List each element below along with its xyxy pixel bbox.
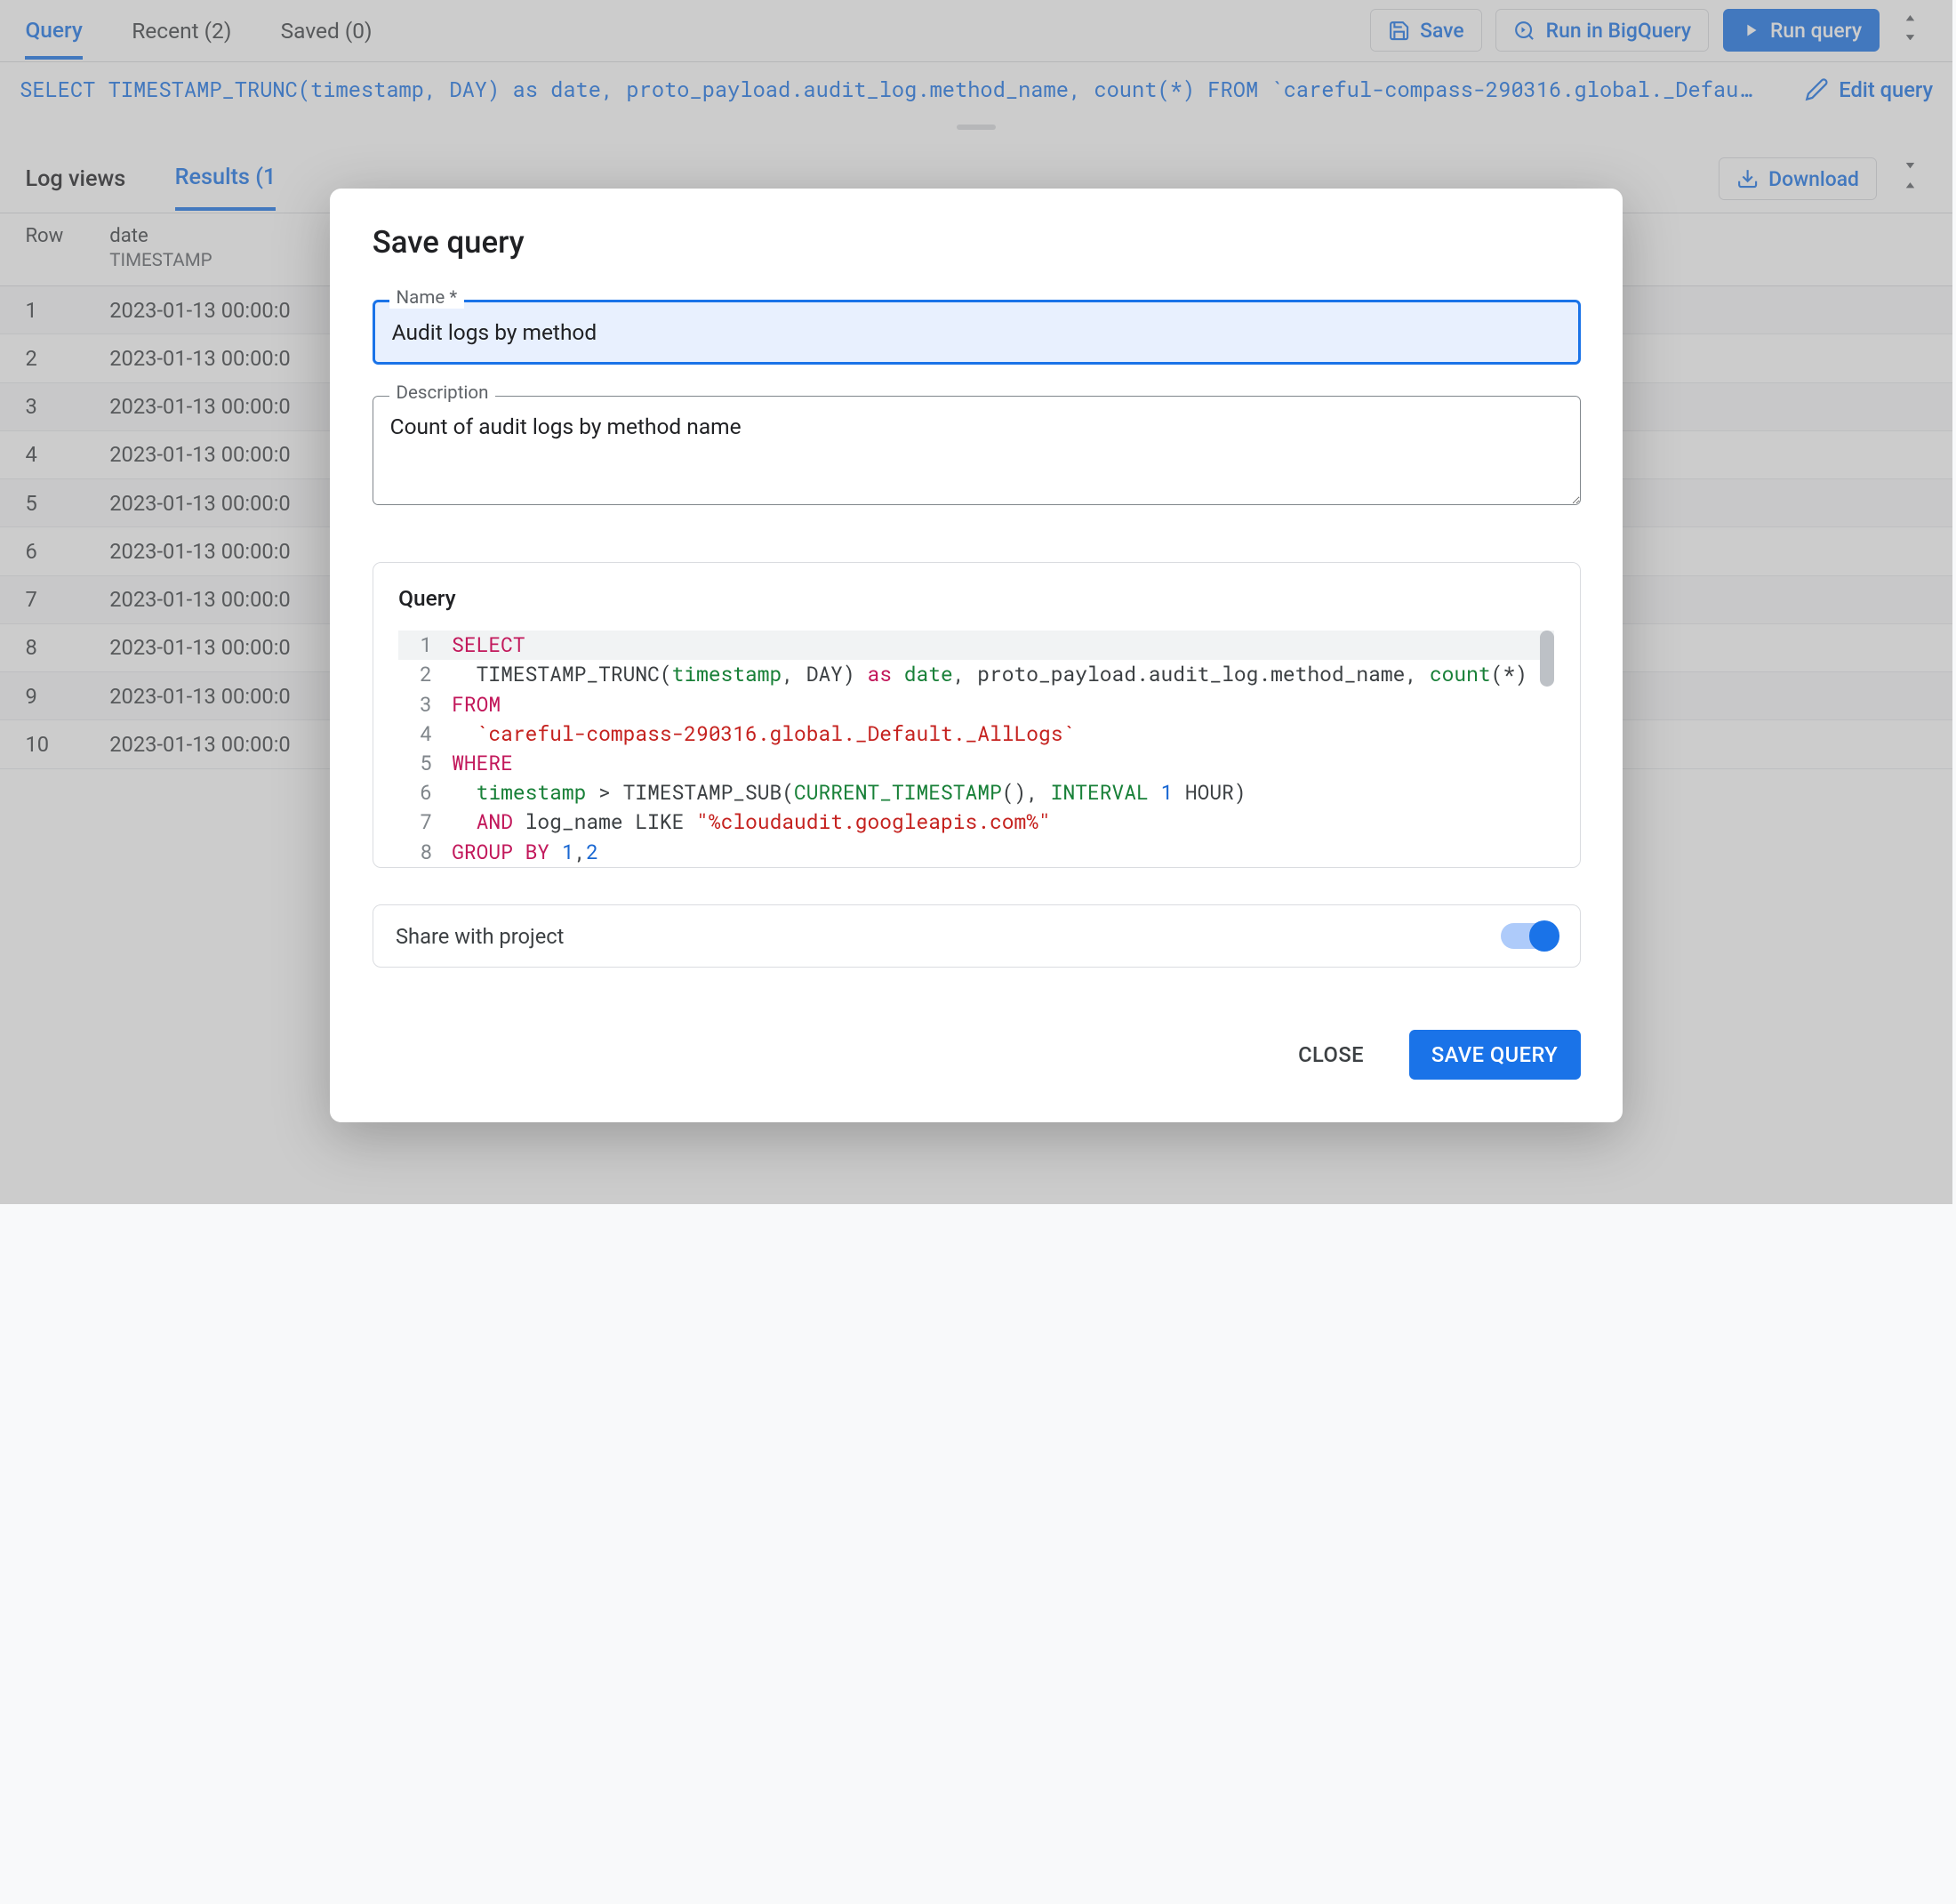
close-button[interactable]: CLOSE bbox=[1279, 1030, 1383, 1080]
description-field[interactable] bbox=[373, 396, 1581, 505]
code-line: 2 TIMESTAMP_TRUNC(timestamp, DAY) as dat… bbox=[398, 660, 1554, 689]
code-content: TIMESTAMP_TRUNC(timestamp, DAY) as date,… bbox=[452, 660, 1527, 689]
code-content: `careful-compass-290316.global._Default.… bbox=[452, 719, 1075, 749]
scrollbar[interactable] bbox=[1540, 631, 1554, 687]
line-number: 8 bbox=[398, 838, 432, 867]
code-content: AND log_name LIKE "%cloudaudit.googleapi… bbox=[452, 807, 1051, 837]
line-number: 4 bbox=[398, 719, 432, 749]
name-field-label: Name * bbox=[389, 287, 464, 309]
name-field[interactable] bbox=[373, 300, 1581, 365]
save-query-dialog: Save query Name * Description Query 1 SEL… bbox=[330, 189, 1623, 1122]
query-code-area[interactable]: 1SELECT2 TIMESTAMP_TRUNC(timestamp, DAY)… bbox=[398, 631, 1554, 867]
code-content: SELECT bbox=[452, 631, 525, 660]
code-line: 4 `careful-compass-290316.global._Defaul… bbox=[398, 719, 1554, 749]
code-line: 6 timestamp > TIMESTAMP_SUB(CURRENT_TIME… bbox=[398, 778, 1554, 807]
code-line: 5 WHERE bbox=[398, 749, 1554, 778]
line-number: 3 bbox=[398, 690, 432, 719]
code-content: WHERE bbox=[452, 749, 513, 778]
line-number: 5 bbox=[398, 749, 432, 778]
share-with-project-row: Share with project bbox=[373, 904, 1581, 968]
line-number: 2 bbox=[398, 660, 432, 689]
code-content: timestamp > TIMESTAMP_SUB(CURRENT_TIMEST… bbox=[452, 778, 1247, 807]
code-line: 8 GROUP BY 1,2 bbox=[398, 838, 1554, 867]
description-field-label: Description bbox=[389, 382, 496, 404]
dialog-title: Save query bbox=[373, 225, 1581, 261]
share-toggle[interactable] bbox=[1501, 923, 1557, 948]
toggle-knob bbox=[1529, 920, 1560, 952]
save-query-button[interactable]: SAVE QUERY bbox=[1409, 1030, 1581, 1080]
query-preview-box: Query 1SELECT2 TIMESTAMP_TRUNC(timestamp… bbox=[373, 562, 1581, 868]
share-label: Share with project bbox=[396, 924, 564, 949]
code-content: GROUP BY 1,2 bbox=[452, 838, 598, 867]
line-number: 1 bbox=[398, 631, 432, 660]
line-number: 7 bbox=[398, 807, 432, 837]
code-line: 1 SELECT bbox=[398, 631, 1554, 660]
query-preview-title: Query bbox=[398, 585, 1554, 611]
code-line: 7 AND log_name LIKE "%cloudaudit.googlea… bbox=[398, 807, 1554, 837]
line-number: 6 bbox=[398, 778, 432, 807]
modal-overlay: Save query Name * Description Query 1 SEL… bbox=[0, 0, 1952, 1204]
code-line: 3 FROM bbox=[398, 690, 1554, 719]
code-content: FROM bbox=[452, 690, 501, 719]
